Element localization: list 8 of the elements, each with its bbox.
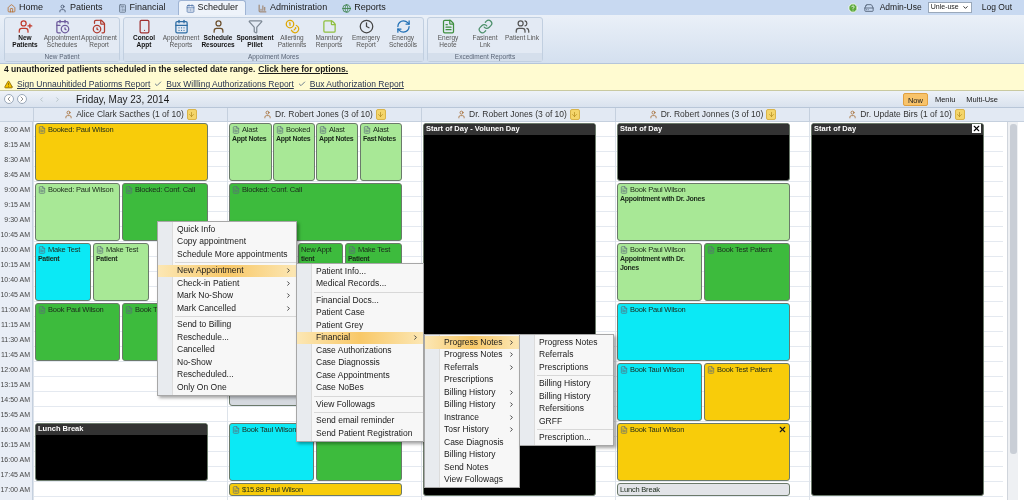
user-name: Admin-Use — [879, 1, 922, 14]
date-title: Friday, May 23, 2014 — [76, 92, 170, 107]
column-header: Dr. Robert Jones (3 of 10) — [275, 108, 373, 121]
column-header: Dr. Robert Jonnes (3 of 10) — [660, 108, 764, 121]
column-header: Alice Clark Sacthes (1 of 10) — [76, 108, 184, 121]
column-header: Dr. Update Birs (1 of 10) — [860, 108, 952, 121]
column-header: Dr. Robert Jones (3 of 10) — [469, 108, 567, 121]
notice-text: 4 unauthorized patlients scheduled in the selected date range. — [4, 63, 256, 76]
